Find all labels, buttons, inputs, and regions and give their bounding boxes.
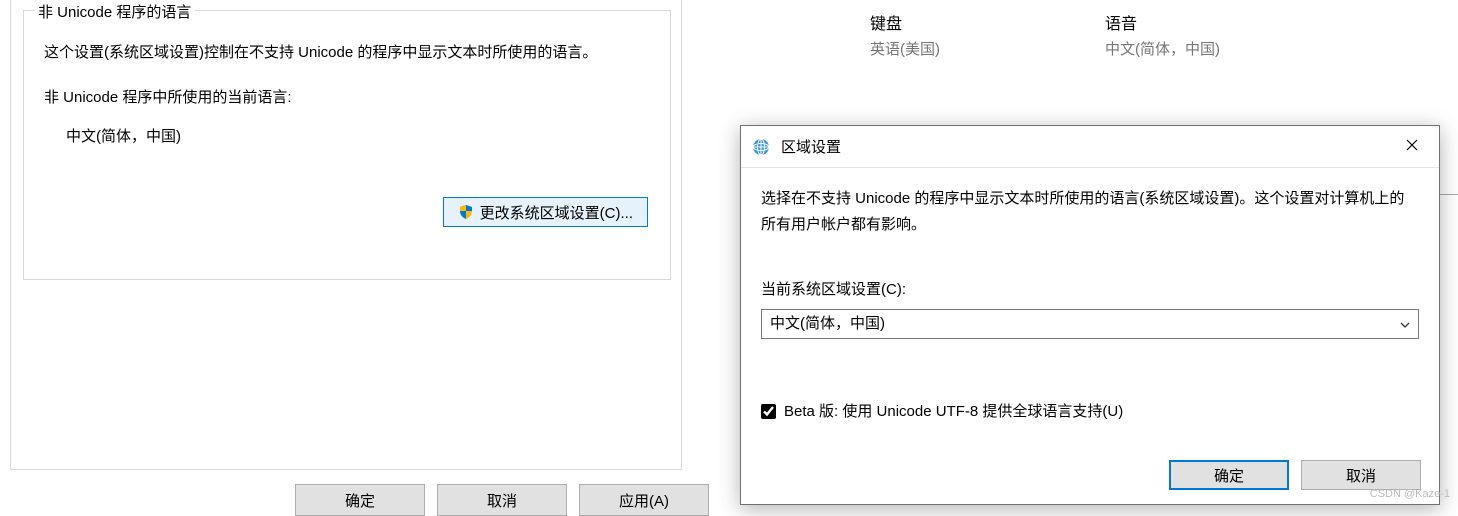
- current-lang-value: 中文(简体，中国): [66, 123, 650, 150]
- close-icon: [1406, 138, 1418, 155]
- voice-title: 语音: [1105, 10, 1220, 34]
- keyboard-value: 英语(美国): [870, 38, 940, 59]
- dialog-footer: 确定 取消: [1169, 460, 1421, 490]
- locale-combobox[interactable]: 中文(简体，中国): [761, 309, 1419, 339]
- region-settings-panel: 非 Unicode 程序的语言 这个设置(系统区域设置)控制在不支持 Unico…: [0, 0, 740, 506]
- right-border: [1438, 185, 1458, 195]
- non-unicode-description: 这个设置(系统区域设置)控制在不支持 Unicode 的程序中显示文本时所使用的…: [44, 39, 650, 66]
- globe-icon: [751, 137, 771, 157]
- region-settings-dialog: 区域设置 选择在不支持 Unicode 的程序中显示文本时所使用的语言(系统区域…: [740, 125, 1440, 505]
- dialog-title: 区域设置: [781, 136, 1387, 157]
- utf8-checkbox-row[interactable]: Beta 版: 使用 Unicode UTF-8 提供全球语言支持(U): [761, 399, 1419, 425]
- non-unicode-groupbox: 非 Unicode 程序的语言 这个设置(系统区域设置)控制在不支持 Unico…: [23, 10, 671, 280]
- dialog-cancel-button[interactable]: 取消: [1301, 460, 1421, 490]
- group-inner: 这个设置(系统区域设置)控制在不支持 Unicode 的程序中显示文本时所使用的…: [24, 11, 670, 160]
- dialog-description: 选择在不支持 Unicode 的程序中显示文本时所使用的语言(系统区域设置)。这…: [761, 186, 1419, 237]
- current-locale-label: 当前系统区域设置(C):: [761, 277, 1419, 303]
- apply-button[interactable]: 应用(A): [579, 484, 709, 516]
- dialog-bottom-buttons: 确定 取消 应用(A): [295, 484, 709, 516]
- cancel-button[interactable]: 取消: [437, 484, 567, 516]
- tab-content: 非 Unicode 程序的语言 这个设置(系统区域设置)控制在不支持 Unico…: [10, 0, 682, 470]
- groupbox-title: 非 Unicode 程序的语言: [34, 1, 195, 22]
- settings-row: 键盘 英语(美国) 语音 中文(简体，中国): [870, 10, 1220, 59]
- dialog-body: 选择在不支持 Unicode 的程序中显示文本时所使用的语言(系统区域设置)。这…: [741, 168, 1439, 424]
- keyboard-title: 键盘: [870, 10, 940, 34]
- change-button-label: 更改系统区域设置(C)...: [480, 202, 633, 223]
- shield-icon: [458, 204, 474, 220]
- utf8-checkbox-label: Beta 版: 使用 Unicode UTF-8 提供全球语言支持(U): [784, 399, 1123, 425]
- chevron-down-icon: [1400, 318, 1410, 337]
- ok-button[interactable]: 确定: [295, 484, 425, 516]
- dialog-titlebar[interactable]: 区域设置: [741, 126, 1439, 168]
- combo-value: 中文(简体，中国): [770, 311, 885, 337]
- change-system-locale-button[interactable]: 更改系统区域设置(C)...: [443, 197, 648, 227]
- watermark: CSDN @Kaze-1: [1370, 488, 1450, 500]
- close-button[interactable]: [1387, 127, 1437, 167]
- utf8-checkbox[interactable]: [761, 404, 776, 419]
- voice-setting[interactable]: 语音 中文(简体，中国): [1105, 10, 1220, 59]
- current-lang-label: 非 Unicode 程序中所使用的当前语言:: [44, 84, 650, 111]
- dialog-ok-button[interactable]: 确定: [1169, 460, 1289, 490]
- voice-value: 中文(简体，中国): [1105, 38, 1220, 59]
- keyboard-setting[interactable]: 键盘 英语(美国): [870, 10, 940, 59]
